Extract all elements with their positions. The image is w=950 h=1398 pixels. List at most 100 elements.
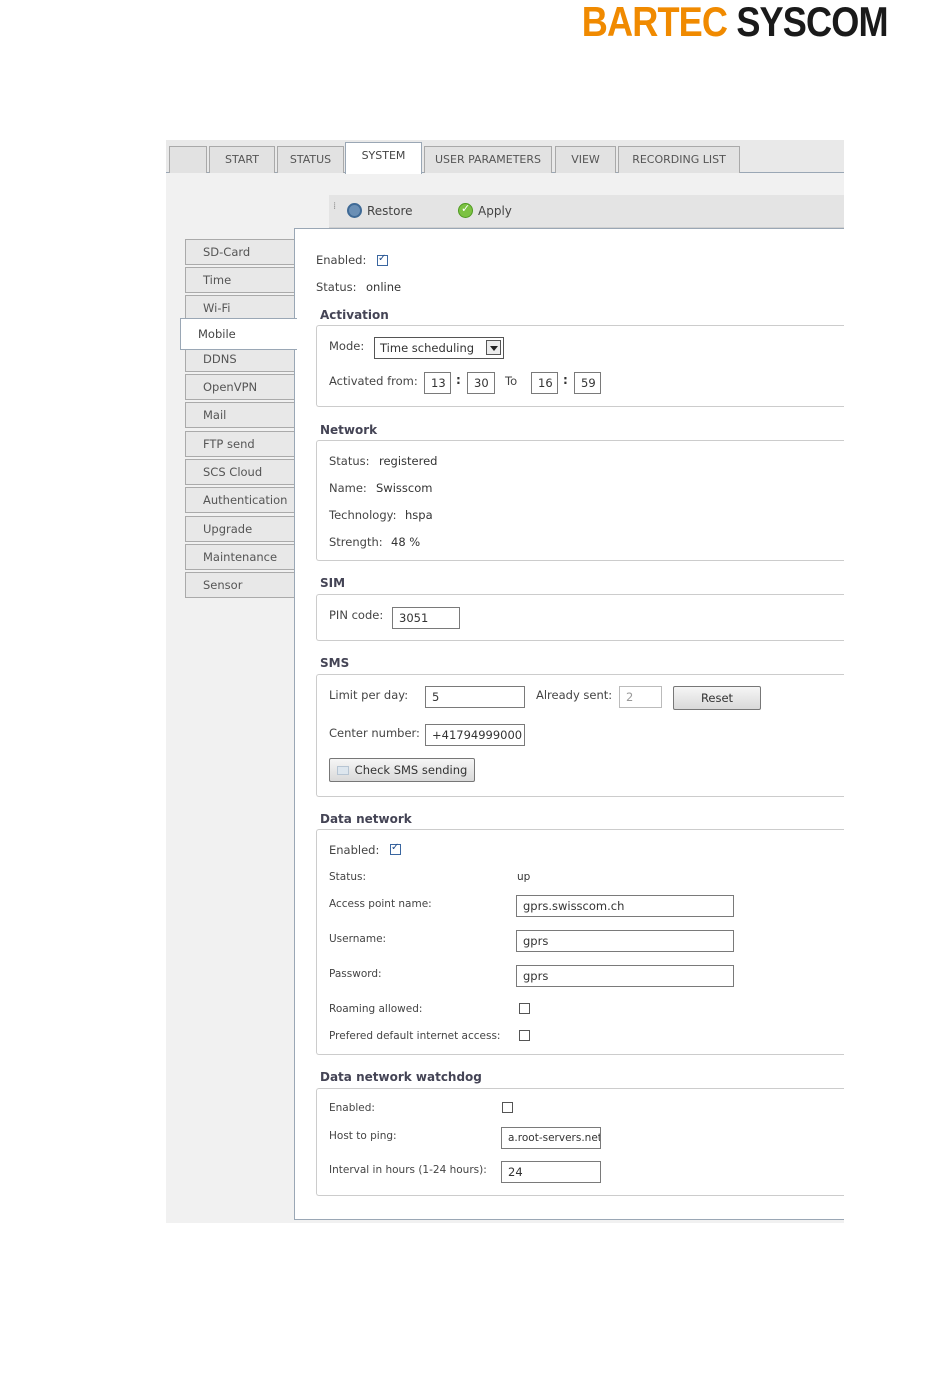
apply-label: Apply [478,203,512,218]
mode-value: Time scheduling [380,341,475,355]
sms-title: SMS [320,656,350,670]
restore-button[interactable]: Restore [347,203,413,218]
pin-code-input[interactable]: 3051 [392,607,460,629]
from-minute-input[interactable]: 30 [467,372,495,394]
sms-fieldset: Limit per day: 5 Already sent: 2 Reset C… [316,674,844,797]
sidebar-item-sd-card[interactable]: SD-Card [185,239,295,265]
logo-syscom: SYSCOM [736,0,889,45]
interval-label: Interval in hours (1-24 hours): [329,1164,487,1176]
check-sms-sending-button[interactable]: Check SMS sending [329,758,475,782]
sidebar-item-maintenance[interactable]: Maintenance [185,544,295,570]
tab-start[interactable]: START [209,146,275,173]
watchdog-enabled-checkbox[interactable] [502,1102,513,1113]
data-network-fieldset: Enabled: Status: up Access point name: g… [316,829,844,1055]
tab-view[interactable]: VIEW [555,146,616,173]
username-input[interactable]: gprs [516,930,734,952]
sidebar-item-time[interactable]: Time [185,267,295,293]
sidebar-item-openvpn[interactable]: OpenVPN [185,374,295,400]
limit-per-day-label: Limit per day: [329,688,409,702]
enabled-checkbox[interactable] [377,253,388,266]
tab-status[interactable]: STATUS [277,146,344,173]
password-label: Password: [329,968,382,980]
sidebar-item-authentication[interactable]: Authentication [185,487,295,513]
pin-code-label: PIN code: [329,608,384,622]
checkmark-icon [458,202,473,218]
data-network-title: Data network [320,812,412,826]
sidebar-item-scs-cloud[interactable]: SCS Cloud [185,459,295,485]
password-input[interactable]: gprs [516,965,734,987]
apply-button[interactable]: Apply [458,202,512,218]
to-hour-input[interactable]: 16 [531,372,558,394]
already-sent-label: Already sent: [536,688,613,702]
data-status-label: Status: [329,871,366,883]
strength-value: 48 % [391,535,421,549]
sidebar-item-ftp-send[interactable]: FTP send [185,431,295,457]
roaming-label: Roaming allowed: [329,1003,423,1015]
enabled-label: Enabled: [316,253,367,267]
sidebar-item-sensor[interactable]: Sensor [185,572,295,598]
technology-label: Technology: [329,508,397,522]
watchdog-fieldset: Enabled: Host to ping: a.root-servers.ne… [316,1088,844,1196]
data-enabled-label: Enabled: [329,843,380,857]
roaming-checkbox[interactable] [519,1003,530,1014]
apn-label: Access point name: [329,898,432,910]
network-status-value: registered [379,454,438,468]
data-status-value: up [517,871,531,883]
username-label: Username: [329,933,387,945]
watchdog-title: Data network watchdog [320,1070,482,1084]
toolbar: ⁞ Restore Apply [329,195,844,228]
default-access-label: Prefered default internet access: [329,1030,501,1042]
sidebar-item-upgrade[interactable]: Upgrade [185,516,295,542]
tab-user-parameters[interactable]: USER PARAMETERS [424,146,552,173]
activation-title: Activation [320,308,389,322]
network-fieldset: Status: registered Name: Swisscom Techno… [316,440,844,561]
already-sent-field: 2 [619,686,662,708]
reset-button[interactable]: Reset [673,686,761,710]
chevron-down-icon[interactable] [486,340,501,355]
main-tabs: START STATUS SYSTEM USER PARAMETERS VIEW… [166,140,844,174]
logo-bartec: BARTEC [582,0,728,45]
network-title: Network [320,423,378,437]
center-number-label: Center number: [329,726,420,740]
time-separator: : [563,373,568,387]
brand-logo: BARTEC SYSCOM [582,0,889,46]
to-minute-input[interactable]: 59 [574,372,601,394]
strength-label: Strength: [329,535,383,549]
limit-per-day-input[interactable]: 5 [425,686,525,708]
sim-fieldset: PIN code: 3051 [316,594,844,641]
mode-label: Mode: [329,339,365,353]
network-status-label: Status: [329,454,370,468]
network-name-label: Name: [329,481,367,495]
sidebar-item-mobile[interactable]: Mobile [180,318,297,350]
watchdog-enabled-label: Enabled: [329,1102,375,1114]
sim-title: SIM [320,576,346,590]
tab-system[interactable]: SYSTEM [345,142,422,174]
refresh-icon [347,203,362,218]
status-value: online [366,280,402,294]
center-number-input[interactable]: +41794999000 [425,724,525,746]
restore-label: Restore [367,203,413,218]
from-hour-input[interactable]: 13 [424,372,451,394]
sidebar-item-mail[interactable]: Mail [185,402,295,428]
status-label: Status: [316,280,357,294]
mode-select[interactable]: Time scheduling [374,337,504,359]
data-enabled-checkbox[interactable] [390,842,401,855]
technology-value: hspa [405,508,433,522]
default-access-checkbox[interactable] [519,1030,530,1041]
apn-input[interactable]: gprs.swisscom.ch [516,895,734,917]
toolbar-grip-icon[interactable]: ⁞ [333,202,336,212]
host-to-ping-label: Host to ping: [329,1130,397,1142]
tab-blank[interactable] [169,146,207,173]
tab-recording-list[interactable]: RECORDING LIST [618,146,740,173]
activated-from-label: Activated from: [329,374,418,388]
sms-icon [336,766,349,775]
activation-fieldset: Mode: Time scheduling Activated from: 13… [316,325,844,407]
check-sms-label: Check SMS sending [354,763,468,777]
interval-input[interactable]: 24 [501,1161,601,1183]
mobile-settings-panel: Enabled: Status: online Activation Mode:… [294,228,844,1220]
time-separator: : [456,373,461,387]
network-name-value: Swisscom [376,481,433,495]
app-window: START STATUS SYSTEM USER PARAMETERS VIEW… [166,140,844,1223]
host-to-ping-input[interactable]: a.root-servers.net [501,1127,601,1149]
to-label: To [505,374,518,388]
